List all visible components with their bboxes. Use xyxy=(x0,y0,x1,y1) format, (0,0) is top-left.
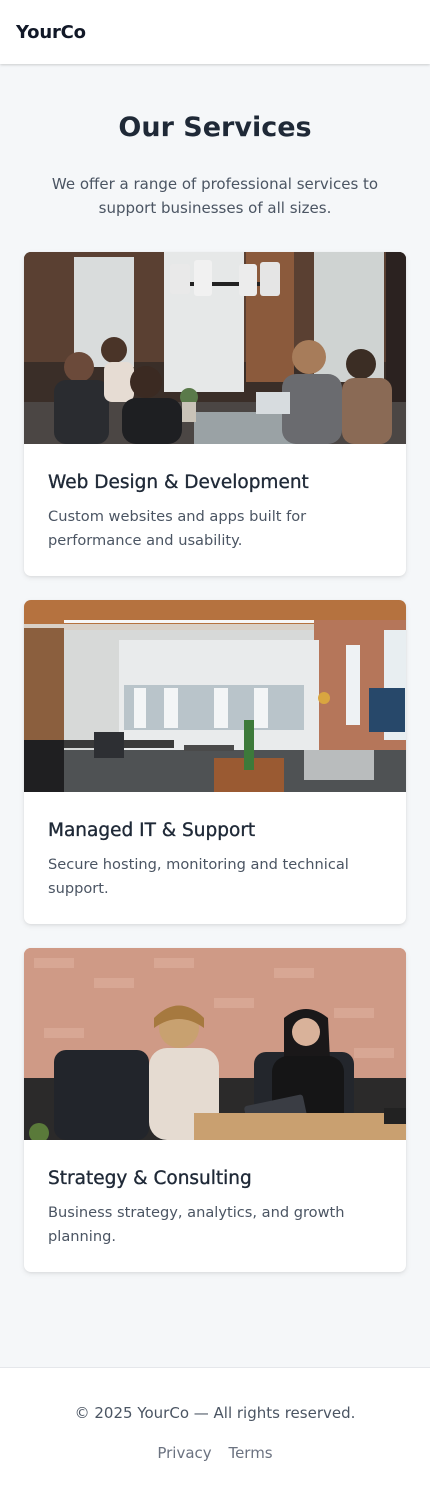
service-title: Web Design & Development xyxy=(48,472,309,493)
team-working-at-desks-photo xyxy=(24,252,406,444)
service-card-strategy: Strategy & Consulting Business strategy,… xyxy=(24,948,406,1272)
footer-links: Privacy Terms xyxy=(0,1444,430,1462)
service-description: Custom websites and apps built for perfo… xyxy=(48,508,307,549)
page-title: Our Services xyxy=(118,112,312,143)
site-footer: © 2025 YourCo — All rights reserved. Pri… xyxy=(0,1367,430,1497)
service-card-managed-it: Managed IT & Support Secure hosting, mon… xyxy=(24,600,406,924)
open-plan-office-photo xyxy=(24,600,406,792)
service-card-web-design: Web Design & Development Custom websites… xyxy=(24,252,406,576)
service-description: Business strategy, analytics, and growth… xyxy=(48,1204,345,1245)
consultation-meeting-photo xyxy=(24,948,406,1140)
copyright-text: © 2025 YourCo — All rights reserved. xyxy=(74,1404,356,1422)
service-title: Strategy & Consulting xyxy=(48,1168,252,1189)
service-title: Managed IT & Support xyxy=(48,820,256,841)
page-intro: We offer a range of professional service… xyxy=(51,175,379,217)
terms-link[interactable]: Terms xyxy=(228,1444,272,1462)
privacy-link[interactable]: Privacy xyxy=(157,1444,211,1462)
service-description: Secure hosting, monitoring and technical… xyxy=(48,856,349,897)
site-header: YourCo xyxy=(0,0,430,64)
brand-logo[interactable]: YourCo xyxy=(16,22,86,43)
